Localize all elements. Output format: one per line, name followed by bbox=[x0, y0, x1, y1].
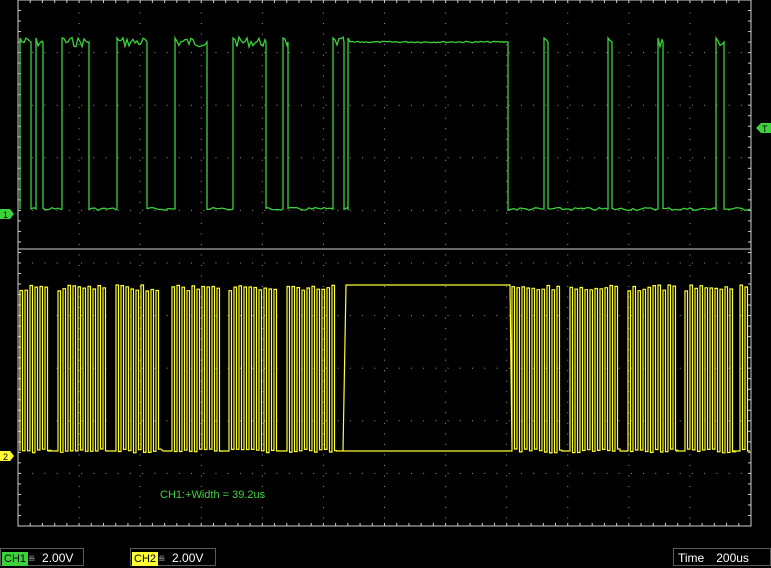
dc-coupling-icon: ≝ bbox=[158, 554, 166, 564]
timebase-label: Time bbox=[678, 551, 705, 565]
svg-text:1: 1 bbox=[3, 210, 8, 220]
timebase-value: 200us bbox=[716, 551, 749, 565]
ch1-settings[interactable]: CH1 ≝ 2.00V bbox=[0, 548, 84, 566]
status-bar: CH1 ≝ 2.00V CH2 ≝ 2.00V Time 200us bbox=[0, 545, 771, 568]
ch2-settings[interactable]: CH2 ≝ 2.00V bbox=[130, 548, 216, 566]
svg-text:T: T bbox=[762, 124, 768, 134]
measurement-readout: CH1:+Width = 39.2us bbox=[160, 489, 266, 501]
ch2-volts-per-div: 2.00V bbox=[172, 551, 204, 565]
svg-text:2: 2 bbox=[3, 452, 8, 462]
ch1-volts-per-div: 2.00V bbox=[42, 551, 74, 565]
screen-background bbox=[0, 0, 771, 545]
ch1-tag: CH1 bbox=[2, 552, 29, 566]
timebase-settings[interactable]: Time 200us bbox=[673, 548, 771, 566]
dc-coupling-icon: ≝ bbox=[28, 554, 36, 564]
oscilloscope-display: 1 2 T bbox=[0, 0, 771, 545]
ch2-tag: CH2 bbox=[132, 552, 159, 566]
